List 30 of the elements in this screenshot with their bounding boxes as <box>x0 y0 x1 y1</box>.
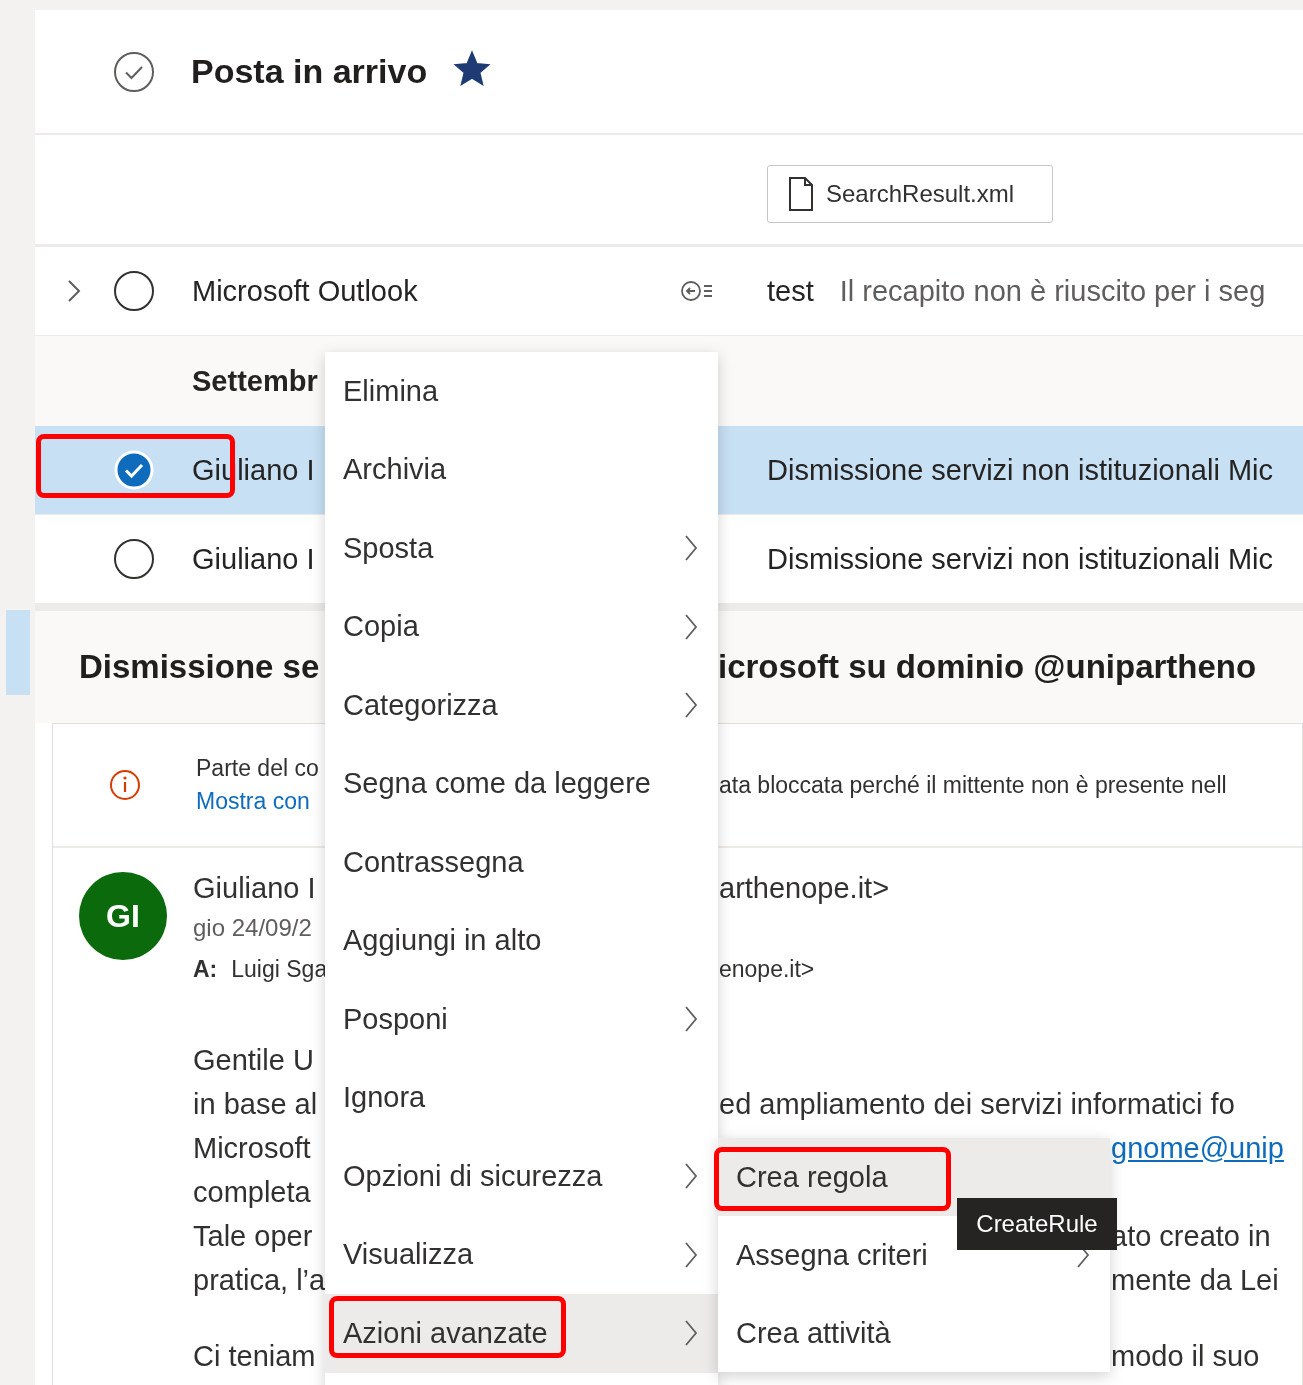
message-subject: Dismissione servizi non istituzionali Mic <box>767 542 1274 576</box>
recipient-name: Luigi Sga <box>231 956 328 983</box>
message-title: Dismissione se <box>79 648 321 686</box>
to-label: A: <box>193 956 218 983</box>
notice-text: Parte del co <box>196 755 319 782</box>
message-preview: Il recapito non è riuscito per i seg <box>839 274 1266 308</box>
message-date: gio 24/09/2 <box>193 914 312 943</box>
body-text: Gentile U <box>193 1043 314 1077</box>
body-text: ed ampliamento dei servizi informatici fo <box>719 1087 1235 1121</box>
sender-name: Giuliano I <box>193 872 316 906</box>
body-text: in base al <box>193 1087 318 1121</box>
message-subject: test <box>767 274 814 308</box>
group-header: Settembr <box>192 364 318 398</box>
body-text: pratica, l’a <box>193 1263 326 1297</box>
notice-text: ata bloccata perché il mittente non è presente nell <box>719 771 1228 799</box>
sender-name: Giuliano I <box>192 542 315 576</box>
message-title: icrosoft su dominio @unipartheno <box>718 648 1258 686</box>
body-text: Ci teniam <box>193 1339 316 1373</box>
body-text: Tale oper <box>193 1219 313 1253</box>
body-text: Microsoft <box>193 1131 311 1165</box>
body-text: modo il suo <box>1111 1339 1260 1373</box>
folder-title: Posta in arrivo <box>191 52 428 91</box>
recipient-address: enope.it> <box>719 956 815 983</box>
tooltip: CreateRule <box>957 1198 1117 1250</box>
body-text: completa <box>193 1175 311 1209</box>
message-subject: Dismissione servizi non istituzionali Mic <box>767 453 1274 487</box>
sender-address: arthenope.it> <box>719 872 890 906</box>
avatar: GI <box>79 872 167 960</box>
body-text: mente da Lei <box>1111 1263 1279 1297</box>
sender-name: Microsoft Outlook <box>192 274 418 308</box>
